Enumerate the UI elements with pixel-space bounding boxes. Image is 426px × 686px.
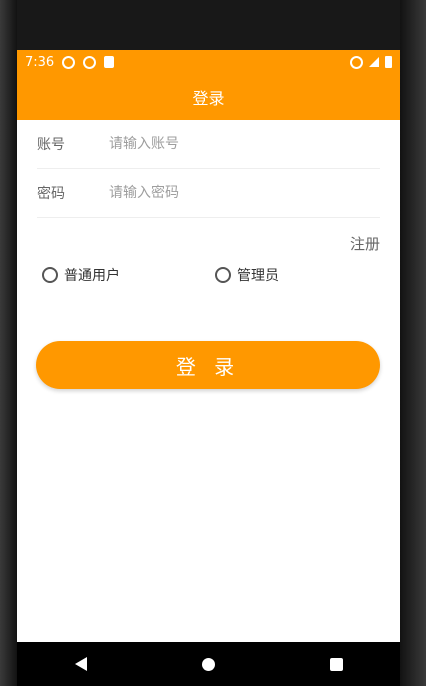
status-time: 7:36	[25, 54, 55, 70]
password-input[interactable]	[107, 184, 380, 202]
radio-normal-user[interactable]: 普通用户	[42, 265, 120, 285]
account-label: 账号	[37, 137, 65, 153]
app-bar: 登录	[17, 74, 400, 120]
phone-device: 7:36 登录 账号 密码 注册 普通用	[0, 0, 426, 686]
status-bar: 7:36	[17, 50, 400, 74]
role-radio-group: 普通用户 管理员	[42, 265, 382, 287]
battery-icon	[385, 56, 392, 68]
home-icon[interactable]	[201, 657, 215, 671]
device-left-bezel	[0, 0, 17, 686]
register-link[interactable]: 注册	[350, 233, 380, 254]
page-title: 登录	[192, 89, 225, 108]
account-input[interactable]	[107, 135, 380, 153]
radio-circle-icon[interactable]	[42, 267, 58, 283]
app-screen: 7:36 登录 账号 密码 注册 普通用	[17, 50, 400, 642]
status-left: 7:36	[25, 54, 115, 70]
app-notification-icon	[83, 55, 97, 69]
device-top-bezel	[0, 0, 426, 50]
radio-circle-icon[interactable]	[215, 267, 231, 283]
login-button[interactable]: 登 录	[36, 341, 380, 389]
device-right-bezel	[400, 0, 426, 686]
status-right	[350, 55, 392, 69]
system-nav-bar	[17, 642, 400, 686]
recent-apps-icon[interactable]	[329, 657, 343, 671]
account-row: 账号	[37, 120, 380, 169]
radio-normal-user-label: 普通用户	[64, 268, 120, 284]
wifi-icon	[62, 55, 76, 69]
password-row: 密码	[37, 169, 380, 218]
password-label: 密码	[37, 186, 65, 202]
cell-signal-icon	[369, 57, 379, 67]
sd-card-icon	[104, 56, 115, 68]
wifi-signal-icon	[350, 55, 363, 69]
radio-admin[interactable]: 管理员	[215, 265, 279, 285]
back-icon[interactable]	[74, 657, 87, 671]
radio-admin-label: 管理员	[237, 268, 279, 284]
